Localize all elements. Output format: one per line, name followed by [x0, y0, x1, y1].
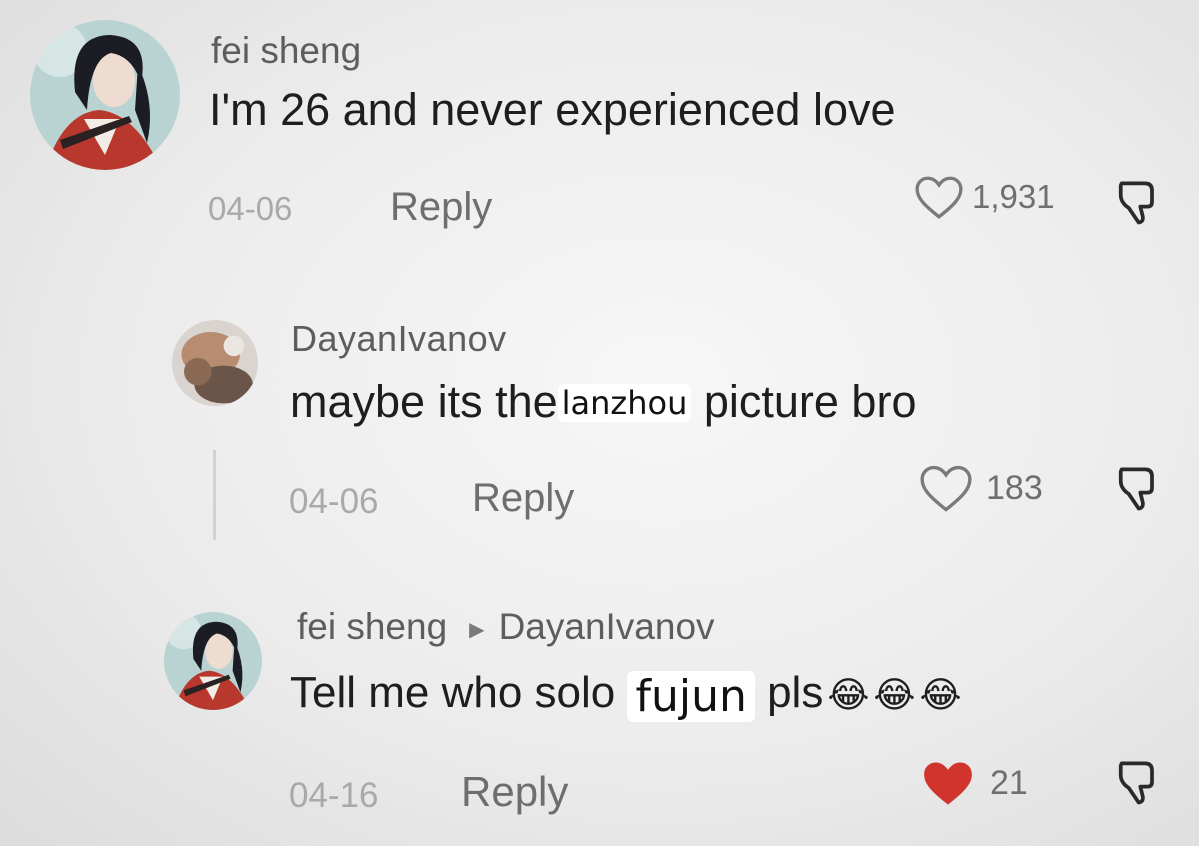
like-button[interactable]: 183 [918, 463, 1043, 513]
like-button[interactable]: 21 [920, 758, 1028, 808]
avatar[interactable] [30, 20, 180, 170]
dislike-button[interactable] [1108, 460, 1168, 521]
reply-button[interactable]: Reply [390, 185, 492, 230]
laughing-emoji: 😂 [827, 674, 870, 716]
like-count: 1,931 [972, 178, 1055, 215]
reply-arrow-icon: ▶ [469, 618, 485, 641]
avatar[interactable] [172, 320, 258, 406]
comment-text-part: picture bro [691, 376, 917, 427]
comment-date: 04-06 [289, 482, 379, 521]
comment-text: Tell me who solo fujun pls 😂 😂 😂 [290, 668, 962, 722]
pasted-word: fujun [627, 671, 755, 722]
comment-text-part: pls [754, 668, 824, 717]
like-count: 21 [990, 763, 1028, 802]
comment-text-part: Tell me who solo [290, 668, 628, 717]
comment-text-part: maybe its the [290, 376, 558, 427]
reply-button[interactable]: Reply [472, 476, 574, 521]
comment-date: 04-16 [289, 776, 379, 815]
blurred-photo-avatar-image [172, 320, 258, 406]
thumbs-down-icon [1118, 181, 1154, 225]
dislike-button[interactable] [1108, 754, 1168, 815]
comment-text: maybe its the lanzhou picture bro [290, 376, 916, 428]
like-count: 183 [986, 468, 1043, 507]
comment-text: I'm 26 and never experienced love [209, 84, 896, 135]
anime-character-avatar-image [164, 612, 262, 710]
reply-to-username[interactable]: DayanIvanov [499, 606, 715, 647]
comment-date: 04-06 [208, 190, 293, 227]
like-button[interactable]: 1,931 [914, 172, 1055, 222]
comment-username-row: fei sheng ▶ DayanIvanov [297, 606, 715, 648]
pasted-word: lanzhou [557, 384, 692, 422]
laughing-emoji: 😂 [919, 674, 962, 716]
thumbs-down-icon [1118, 761, 1154, 805]
comment-username[interactable]: fei sheng [211, 30, 361, 72]
thread-connector-line [213, 450, 216, 540]
heart-icon [915, 176, 963, 219]
laughing-emoji: 😂 [873, 674, 916, 716]
thumbs-down-icon [1118, 467, 1154, 511]
heart-filled-icon [924, 762, 972, 805]
dislike-button[interactable] [1108, 174, 1168, 235]
heart-icon [920, 465, 972, 512]
comment-username[interactable]: fei sheng [297, 606, 447, 647]
avatar[interactable] [164, 612, 262, 710]
comment-username[interactable]: DayanIvanov [291, 318, 507, 360]
anime-character-avatar-image [30, 20, 180, 170]
reply-button[interactable]: Reply [461, 768, 568, 816]
